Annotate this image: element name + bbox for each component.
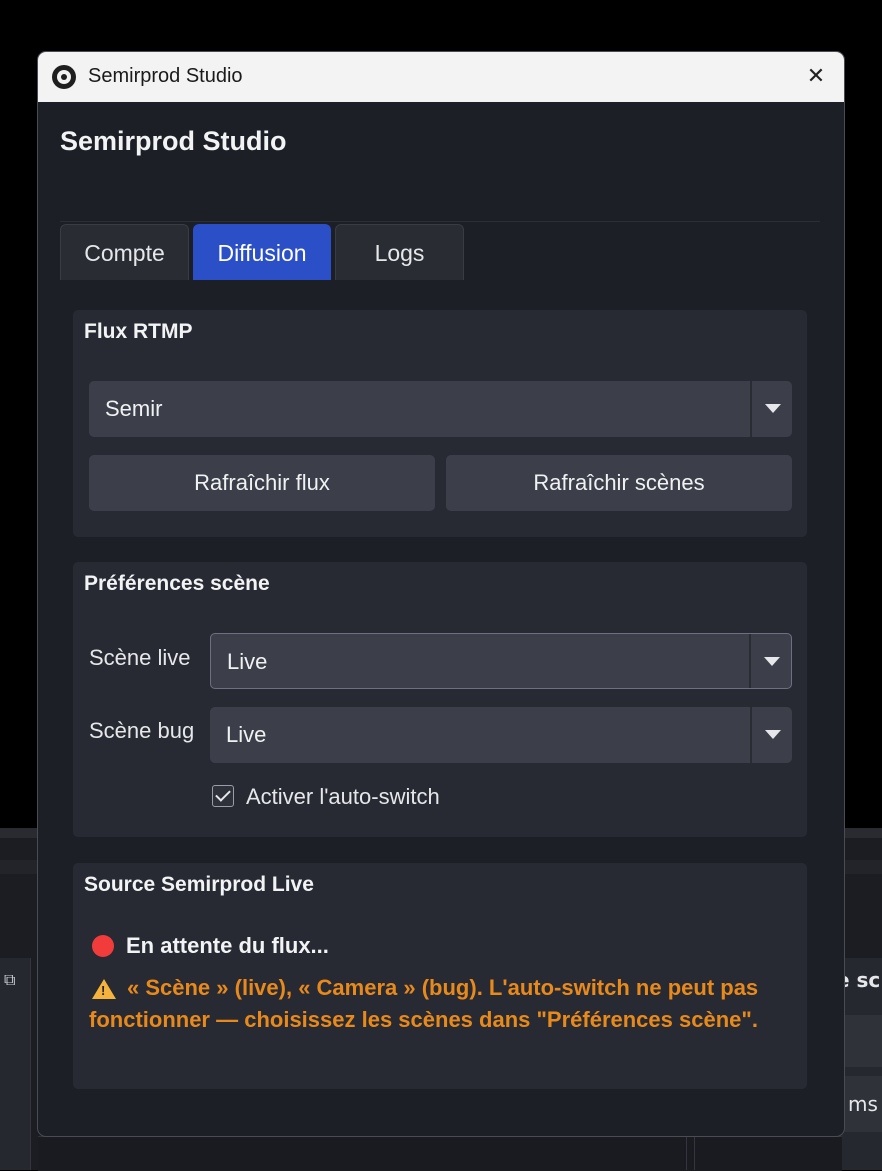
- background-right-value: ms: [848, 1092, 878, 1116]
- obs-app-icon: [52, 65, 76, 89]
- bug-scene-label: Scène bug: [89, 718, 195, 743]
- close-icon: ✕: [806, 64, 826, 89]
- group-title: Préférences scène: [84, 572, 270, 595]
- chevron-down-icon: [764, 657, 780, 666]
- status-red-dot-icon: [92, 935, 114, 957]
- group-title: Source Semirprod Live: [84, 873, 314, 896]
- background-splitter[interactable]: [686, 1136, 687, 1170]
- window-restore-icon[interactable]: ⧉: [4, 970, 15, 990]
- stream-select[interactable]: Semir: [89, 381, 792, 437]
- chevron-down-icon: [765, 404, 781, 413]
- source-live-group: Source Semirprod Live En attente du flux…: [73, 863, 807, 1089]
- background-right-field[interactable]: [842, 1015, 882, 1067]
- group-title: Flux RTMP: [84, 320, 193, 343]
- live-scene-value: Live: [227, 649, 268, 674]
- bug-scene-select[interactable]: Live: [210, 707, 792, 763]
- stream-select-value: Semir: [105, 396, 163, 421]
- close-button[interactable]: ✕: [796, 60, 836, 94]
- live-scene-select[interactable]: Live: [210, 633, 792, 689]
- background-splitter[interactable]: [694, 1136, 695, 1170]
- background-left-panel: ⧉: [0, 958, 31, 1170]
- warning-message: « Scène » (live), « Camera » (bug). L'au…: [89, 975, 759, 1032]
- combo-separator: [749, 634, 751, 688]
- live-scene-label: Scène live: [89, 645, 191, 670]
- tab-compte[interactable]: Compte: [60, 224, 189, 280]
- chevron-down-icon: [765, 730, 781, 739]
- scene-preferences-group: Préférences scène Scène live Live Scène …: [73, 562, 807, 837]
- combo-separator: [750, 381, 752, 437]
- stream-status-text: En attente du flux...: [126, 933, 329, 958]
- combo-separator: [750, 707, 752, 763]
- tab-logs[interactable]: Logs: [335, 224, 464, 280]
- title-bar[interactable]: Semirprod Studio ✕: [38, 52, 844, 102]
- tab-diffusion[interactable]: Diffusion: [193, 224, 331, 280]
- background-bottom-bar: [38, 1136, 842, 1171]
- window-title: Semirprod Studio: [88, 65, 243, 87]
- divider: [60, 221, 820, 222]
- flux-rtmp-group: Flux RTMP Semir Rafraîchir flux Rafraîch…: [73, 310, 807, 537]
- auto-switch-label[interactable]: Activer l'auto-switch: [246, 784, 440, 810]
- refresh-scenes-button[interactable]: Rafraîchir scènes: [446, 455, 792, 511]
- bug-scene-value: Live: [226, 722, 267, 747]
- semirprod-dialog: Semirprod Studio ✕ Semirprod Studio Comp…: [37, 51, 845, 1137]
- page-title: Semirprod Studio: [60, 126, 287, 156]
- auto-switch-checkbox[interactable]: [212, 785, 234, 807]
- refresh-flux-button[interactable]: Rafraîchir flux: [89, 455, 435, 511]
